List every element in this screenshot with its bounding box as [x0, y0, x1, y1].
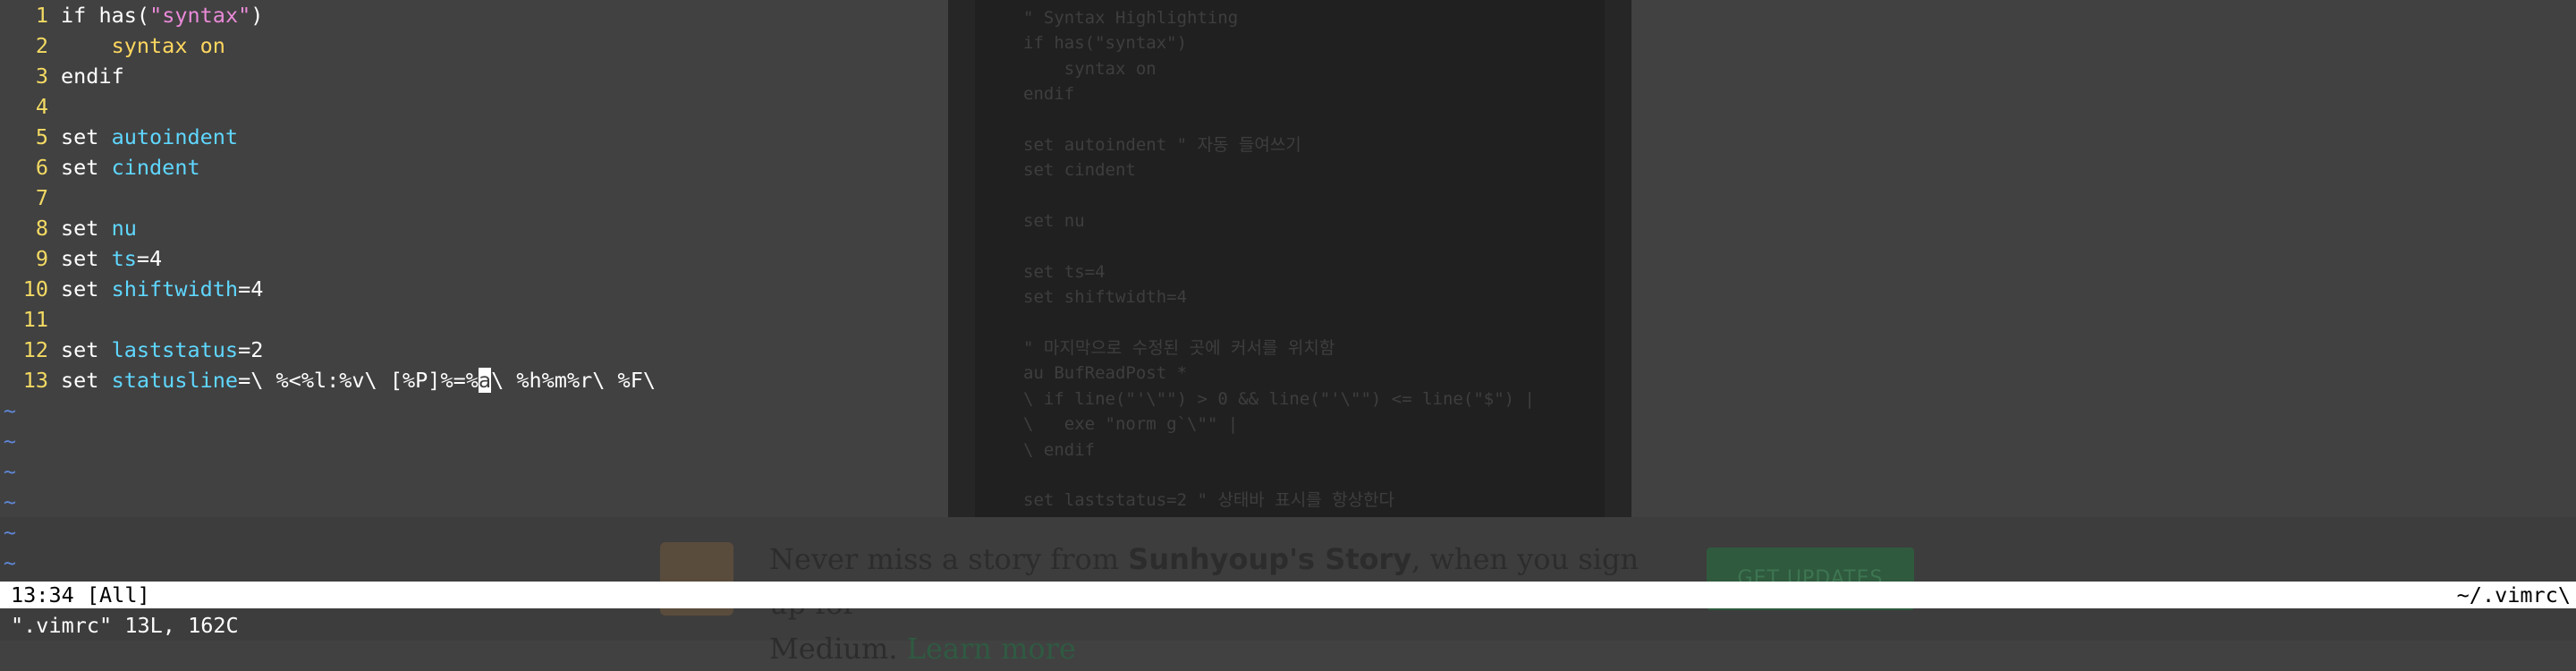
code-line: 8 set nu [0, 213, 2576, 243]
tilde-marker: ~ [3, 398, 17, 423]
code-line: 5 set autoindent [0, 122, 2576, 152]
keyword: syntax [111, 33, 200, 58]
line-number: 12 [22, 337, 48, 362]
option: cindent [111, 155, 200, 180]
keyword: endif [61, 64, 124, 89]
line-number: 11 [22, 307, 48, 332]
code-line: 13 set statusline=\ %<%l:%v\ [%P]%=%a\ %h… [0, 365, 2576, 395]
text-cursor: a [478, 368, 492, 393]
tilde-marker: ~ [3, 550, 17, 575]
line-number: 7 [35, 185, 48, 210]
option: autoindent [111, 124, 239, 149]
code-line: 1 if has("syntax") [0, 0, 2576, 30]
line-number: 4 [35, 94, 48, 119]
line-number: 6 [35, 155, 48, 180]
string: "syntax" [149, 3, 251, 28]
cursor-position: 13:34 [All] [11, 582, 150, 607]
tilde-marker: ~ [3, 459, 17, 484]
option: nu [111, 216, 137, 241]
value: =4 [238, 276, 264, 302]
tilde-marker: ~ [3, 489, 17, 514]
line-number: 13 [22, 368, 48, 393]
code-line: 7 [0, 183, 2576, 213]
learn-more-link[interactable]: Learn more [907, 632, 1076, 666]
paren: ) [250, 3, 264, 28]
keyword: if [61, 3, 99, 28]
code-line: 2 syntax on [0, 30, 2576, 61]
tilde-marker: ~ [3, 429, 17, 454]
line-number: 3 [35, 64, 48, 89]
keyword: set [61, 337, 112, 362]
option: ts [111, 246, 137, 271]
value: =\ %<%l:%v\ [%P]%=% [238, 368, 479, 393]
keyword: set [61, 216, 112, 241]
empty-buffer-line: ~ [0, 548, 2576, 578]
banner-text-line2: Medium. [769, 632, 907, 666]
option: statusline [111, 368, 239, 393]
keyword: set [61, 124, 112, 149]
value: \ %h%m%r\ %F\ [491, 368, 656, 393]
code-line: 4 [0, 91, 2576, 122]
line-number: 2 [35, 33, 48, 58]
code-line: 11 [0, 304, 2576, 335]
paren: ( [136, 3, 150, 28]
keyword: set [61, 155, 112, 180]
code-line: 12 set laststatus=2 [0, 335, 2576, 365]
keyword: set [61, 276, 112, 302]
line-number: 9 [35, 246, 48, 271]
empty-buffer-line: ~ [0, 487, 2576, 517]
empty-buffer-line: ~ [0, 517, 2576, 548]
code-line: 3 endif [0, 61, 2576, 91]
empty-buffer-line: ~ [0, 456, 2576, 487]
keyword: set [61, 246, 112, 271]
value: =4 [136, 246, 163, 271]
value: on [199, 33, 225, 58]
function: has [98, 3, 137, 28]
code-line: 9 set ts=4 [0, 243, 2576, 274]
value: =2 [238, 337, 264, 362]
line-number: 1 [35, 3, 48, 28]
keyword: set [61, 368, 112, 393]
option: laststatus [111, 337, 239, 362]
command-line[interactable]: ".vimrc" 13L, 162C [11, 610, 239, 641]
tilde-marker: ~ [3, 520, 17, 545]
vim-editor[interactable]: 1 if has("syntax") 2 syntax on 3 endif 4 5… [0, 0, 2576, 578]
empty-buffer-line: ~ [0, 395, 2576, 426]
line-number: 8 [35, 216, 48, 241]
vim-statusline: 13:34 [All] ~/.vimrc\ [0, 582, 2576, 608]
line-number: 10 [22, 276, 48, 302]
line-number: 5 [35, 124, 48, 149]
code-line: 6 set cindent [0, 152, 2576, 183]
code-line: 10 set shiftwidth=4 [0, 274, 2576, 304]
file-path: ~/.vimrc\ [2456, 582, 2571, 607]
empty-buffer-line: ~ [0, 426, 2576, 456]
option: shiftwidth [111, 276, 239, 302]
